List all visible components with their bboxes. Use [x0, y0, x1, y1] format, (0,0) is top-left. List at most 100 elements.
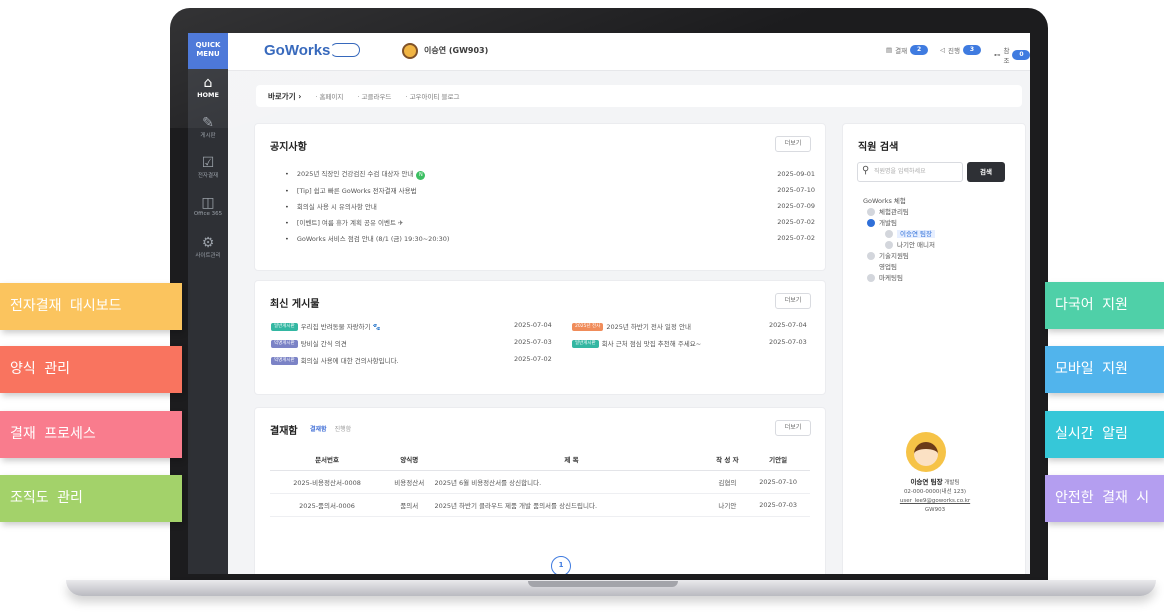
office-icon: ◫ [201, 195, 215, 211]
search-icon: ⚲ [862, 165, 870, 176]
tab-approval-box[interactable]: 결재함 [310, 424, 327, 433]
approval-title: 결재함 [270, 426, 298, 437]
feature-label: 결재 프로세스 [0, 411, 182, 458]
app-screen: QUICK MENU ⌂ HOME ✎ 게시판 ☑ 전자결재 ◫ Office 365 ⚙ 사이트… [188, 33, 1030, 574]
goworks-logo[interactable]: GoWorks [264, 42, 330, 59]
node-icon [867, 274, 875, 282]
document-check-icon: ☑ [201, 155, 215, 171]
org-tree-label: 이승연 팀장 [897, 230, 935, 238]
shortcut-link-gocloud[interactable]: · 고클라우드 [357, 91, 391, 101]
column-header: 양식명 [384, 448, 435, 471]
posts-more-button[interactable]: 더보기 [775, 293, 811, 309]
post-board-tag: 일반게시판 [271, 323, 298, 331]
post-item[interactable]: 익명게시판 회의실 사용에 대한 건의사항입니다. [271, 355, 399, 365]
org-tree-root[interactable]: GoWorks 체험 [863, 196, 935, 207]
page-1-button[interactable]: 1 [551, 556, 571, 574]
quick-menu-label: 사이트관리 [195, 253, 221, 259]
notice-item[interactable]: 회의실 사용 시 유의사항 안내 2025-07-09 [285, 198, 815, 214]
post-item[interactable]: 익명게시판 탕비실 간식 의견 [271, 338, 347, 348]
notice-item-date: 2025-07-02 [777, 218, 815, 226]
org-tree-item[interactable]: 영업팀 [863, 262, 935, 273]
notice-item-title: 회의실 사용 시 유의사항 안내 [285, 201, 377, 211]
org-tree-item[interactable]: 마케팅팀 [863, 273, 935, 284]
table-cell: 2025년 6월 비용정산서를 상신합니다. [434, 470, 709, 494]
table-cell: 품의서 [384, 493, 435, 517]
org-tree-item[interactable]: 체험관리팀 [863, 207, 935, 218]
user-avatar[interactable] [402, 43, 418, 59]
post-item[interactable]: 일반게시판 회사 근처 점심 맛집 추천해 주세요~ [572, 338, 701, 348]
column-header: 제 목 [434, 448, 709, 471]
post-title: 회의실 사용에 대한 건의사항입니다. [300, 357, 399, 365]
org-tree-label: 기술지원팀 [879, 252, 909, 260]
stage: QUICK MENU ⌂ HOME ✎ 게시판 ☑ 전자결재 ◫ Office 365 ⚙ 사이트… [0, 0, 1164, 614]
notice-item[interactable]: [Tip] 쉽고 빠른 GoWorks 전자결재 사용법 2025-07-10 [285, 182, 815, 198]
shortcut-link-homepage[interactable]: · 홈페이지 [315, 91, 343, 101]
home-icon: ⌂ [203, 75, 213, 91]
reference-stat[interactable]: ⊷ 참조 0 [994, 45, 1030, 65]
progress-stat-label: 진행 [948, 47, 960, 55]
org-tree-label: 체험관리팀 [879, 208, 909, 216]
org-tree-item[interactable]: 개발팀 [863, 218, 935, 229]
posts-title: 최신 게시물 [270, 299, 320, 310]
quick-menu-item-2[interactable]: ☑ 전자결재 [188, 149, 228, 189]
org-tree-label: 개발팀 [879, 219, 897, 227]
post-row: 익명게시판 탕비실 간식 의견 2025-07-03 일반게시판 회사 근처 점심 맛집… [271, 336, 811, 353]
progress-stat[interactable]: ◁ 진행 3 [940, 45, 981, 55]
tab-in-progress-box[interactable]: 진행함 [335, 424, 352, 433]
approval-more-button[interactable]: 더보기 [775, 420, 811, 436]
feature-label: 전자결재 대시보드 [0, 283, 182, 330]
breadcrumb: 바로가기 › · 홈페이지 · 고클라우드 · 고우아이티 블로그 [256, 85, 1022, 107]
quick-menu-item-1[interactable]: ✎ 게시판 [188, 109, 228, 149]
notice-item-title: [이벤트] 여름 휴가 계획 공유 이벤트 ✈ [285, 217, 404, 227]
profile-email[interactable]: user_lee9@goworks.co.kr [843, 497, 1027, 506]
org-tree-item[interactable]: 이승연 팀장 [863, 229, 935, 240]
approval-stat[interactable]: ▤ 결재 2 [886, 45, 929, 55]
table-row[interactable]: 2025-품의서-0006 품의서 2025년 하반기 클라우드 제품 개발 품의서… [270, 493, 810, 517]
notice-card: 공지사항 더보기 2025년 직장인 건강검진 수검 대상자 안내N 2025-0… [254, 123, 826, 271]
employee-search-button[interactable]: 검색 [967, 162, 1005, 182]
approval-stat-label: 결재 [895, 47, 908, 55]
approval-table: 문서번호 양식명 제 목작 성 자 기안일 2025-비용정산서-0008 비용정산서 2… [270, 448, 810, 517]
table-cell: 2025-07-10 [746, 470, 810, 494]
org-tree-label: 영업팀 [879, 263, 897, 271]
user-name[interactable]: 이승연 (GW903) [424, 45, 488, 56]
post-item[interactable]: 일반게시판 우리집 반려동물 자랑하기 🐾 [271, 321, 381, 331]
expanded-icon [867, 219, 875, 227]
feature-label: 조직도 관리 [0, 475, 182, 522]
quick-menu-title[interactable]: QUICK MENU [188, 33, 228, 69]
column-header: 기안일 [746, 448, 810, 471]
table-row[interactable]: 2025-비용정산서-0008 비용정산서 2025년 6월 비용정산서를 상신합니… [270, 470, 810, 494]
post-row: 익명게시판 회의실 사용에 대한 건의사항입니다. 2025-07-02 [271, 353, 811, 370]
notice-item[interactable]: 2025년 직장인 건강검진 수검 대상자 안내N 2025-09-01 [285, 166, 815, 182]
org-tree-item[interactable]: 기술지원팀 [863, 251, 935, 262]
table-cell: 나기안 [708, 493, 747, 517]
notice-item[interactable]: [이벤트] 여름 휴가 계획 공유 이벤트 ✈ 2025-07-02 [285, 214, 815, 230]
post-title: 탕비실 간식 의견 [300, 340, 347, 348]
node-icon [885, 230, 893, 238]
feature-label: 양식 관리 [0, 346, 182, 393]
profile-team: 개발팀 [944, 480, 960, 486]
posts-list: 일반게시판 우리집 반려동물 자랑하기 🐾 2025-07-04 2025년 전사 20… [271, 319, 811, 370]
employee-search-input[interactable]: 직원명을 입력하세요 [857, 162, 963, 182]
quick-menu-item-0[interactable]: ⌂ HOME [188, 69, 228, 109]
org-tree-label: 나기안 매니저 [897, 241, 935, 249]
node-icon [867, 252, 875, 260]
post-board-tag: 2025년 전사 [572, 323, 604, 331]
logo-text: GoWorks [264, 42, 331, 59]
profile-id: GW903 [924, 507, 946, 513]
table-cell: 2025-07-03 [746, 493, 810, 517]
quick-menu-item-4[interactable]: ⚙ 사이트관리 [188, 229, 228, 269]
notice-more-button[interactable]: 더보기 [775, 136, 811, 152]
org-tree-label: 마케팅팀 [879, 274, 903, 282]
posts-card: 최신 게시물 더보기 일반게시판 우리집 반려동물 자랑하기 🐾 2025-07-0… [254, 280, 826, 395]
approval-count-badge: 2 [910, 45, 929, 55]
feature-label: 모바일 지원 [1045, 346, 1164, 393]
post-item[interactable]: 2025년 전사 2025년 하반기 전사 일정 안내 [572, 321, 691, 331]
org-tree-item[interactable]: 나기안 매니저 [863, 240, 935, 251]
quick-menu-item-3[interactable]: ◫ Office 365 [188, 189, 228, 229]
notice-item-title: [Tip] 쉽고 빠른 GoWorks 전자결재 사용법 [285, 185, 417, 195]
approval-icon: ▤ [886, 46, 893, 54]
notice-item[interactable]: GoWorks 서비스 점검 안내 (8/1 (금) 19:30~20:30) 2… [285, 230, 815, 246]
notice-item-date: 2025-07-10 [777, 186, 815, 194]
shortcut-link-blog[interactable]: · 고우아이티 블로그 [405, 91, 459, 101]
